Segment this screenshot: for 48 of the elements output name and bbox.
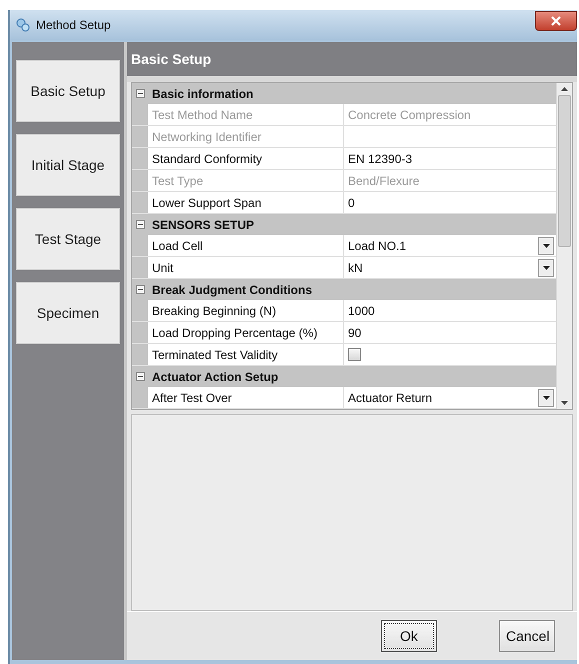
dropdown-button[interactable] bbox=[538, 236, 554, 254]
close-icon bbox=[550, 16, 562, 26]
collapse-icon[interactable] bbox=[136, 285, 144, 294]
collapse-icon[interactable] bbox=[136, 220, 144, 229]
property-value[interactable]: kN bbox=[348, 260, 534, 274]
scroll-up-icon[interactable] bbox=[561, 87, 568, 91]
property-name: Load Cell bbox=[151, 238, 204, 252]
property-value[interactable]: 90 bbox=[348, 326, 556, 340]
scrollbar[interactable] bbox=[556, 83, 572, 409]
property-value[interactable]: EN 12390-3 bbox=[348, 152, 556, 166]
property-name: Lower Support Span bbox=[151, 196, 262, 210]
dialog-button[interactable]: Cancel bbox=[499, 620, 555, 652]
collapse-icon[interactable] bbox=[136, 89, 144, 98]
sidebar-button[interactable]: Initial Stage bbox=[16, 134, 120, 196]
property-name: Breaking Beginning (N) bbox=[151, 304, 278, 318]
property-value[interactable]: 1000 bbox=[348, 304, 556, 318]
property-name: Test Type bbox=[151, 174, 204, 188]
caret-icon bbox=[542, 396, 550, 400]
panel-title: Basic Setup bbox=[131, 51, 212, 67]
dropdown-button[interactable] bbox=[538, 258, 554, 276]
property-value[interactable]: Actuator Return bbox=[348, 390, 534, 404]
scroll-down-icon[interactable] bbox=[561, 401, 568, 405]
property-value[interactable]: Load NO.1 bbox=[348, 238, 534, 252]
property-name: Load Dropping Percentage (%) bbox=[151, 326, 318, 340]
caret-icon bbox=[542, 244, 550, 248]
property-name: Test Method Name bbox=[151, 108, 254, 122]
property-name: Standard Conformity bbox=[151, 152, 264, 166]
window-title: Method Setup bbox=[36, 18, 111, 32]
dropdown-button[interactable] bbox=[538, 388, 554, 406]
gear-icon bbox=[16, 18, 30, 32]
sidebar-button[interactable]: Test Stage bbox=[16, 208, 120, 270]
property-name: Unit bbox=[151, 260, 174, 274]
category-title: SENSORS SETUP bbox=[151, 218, 254, 232]
close-button[interactable] bbox=[535, 11, 577, 31]
property-name: Terminated Test Validity bbox=[151, 348, 279, 362]
category-title: Break Judgment Conditions bbox=[151, 282, 312, 296]
property-value[interactable]: 0 bbox=[348, 196, 556, 210]
sidebar-button[interactable]: Basic Setup bbox=[16, 60, 120, 122]
checkbox[interactable] bbox=[348, 348, 361, 361]
property-name: Networking Identifier bbox=[151, 130, 262, 144]
collapse-icon[interactable] bbox=[136, 372, 144, 381]
sidebar-button[interactable]: Specimen bbox=[16, 282, 120, 344]
category-title: Actuator Action Setup bbox=[151, 370, 278, 384]
scroll-thumb[interactable] bbox=[558, 95, 571, 247]
dialog-button[interactable]: Ok bbox=[381, 620, 437, 652]
category-title: Basic information bbox=[151, 86, 254, 100]
property-name: After Test Over bbox=[151, 390, 233, 404]
caret-icon bbox=[542, 266, 550, 270]
